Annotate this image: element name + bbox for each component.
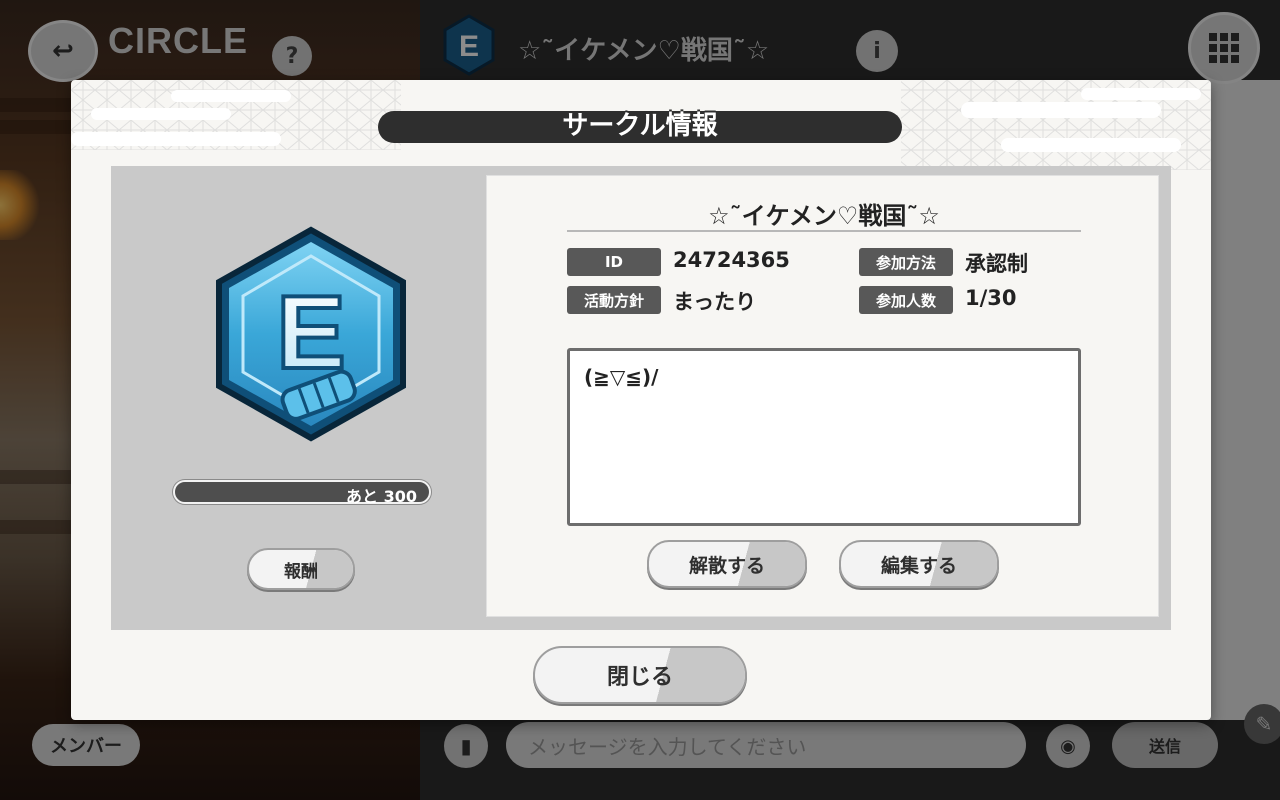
policy-tag: 活動方針 — [567, 286, 661, 314]
id-tag: ID — [567, 248, 661, 276]
members-value: 1/30 — [965, 286, 1017, 310]
disband-button-label: 解散する — [688, 554, 765, 577]
join-method-value: 承認制 — [965, 252, 1028, 276]
exp-remaining-label: あと 300 — [346, 487, 417, 506]
disband-button[interactable]: 解散する — [647, 540, 807, 588]
circle-info-modal: サークル情報 E あと 300 報酬 ☆˜イケメン♡戦国˜☆ ID 247243… — [71, 80, 1211, 720]
modal-title-bar: サークル情報 — [378, 111, 902, 143]
close-button-label: 閉じる — [606, 665, 673, 690]
reward-button-label: 報酬 — [284, 561, 318, 582]
circle-details-card: ☆˜イケメン♡戦国˜☆ ID 24724365 参加方法 承認制 活動方針 まっ… — [486, 175, 1159, 617]
edit-button[interactable]: 編集する — [839, 540, 999, 588]
circle-name: ☆˜イケメン♡戦国˜☆ — [708, 202, 940, 230]
modal-title: サークル情報 — [562, 110, 718, 141]
emblem-section: E あと 300 報酬 — [111, 166, 487, 630]
divider — [567, 230, 1081, 232]
info-panel: E あと 300 報酬 ☆˜イケメン♡戦国˜☆ ID 24724365 参加方法… — [111, 166, 1171, 630]
policy-value: まったり — [673, 290, 757, 314]
close-button[interactable]: 閉じる — [533, 646, 747, 704]
circle-emblem-icon: E — [216, 226, 406, 442]
edit-button-label: 編集する — [880, 554, 957, 577]
join-method-tag: 参加方法 — [859, 248, 953, 276]
exp-progress-bar: あと 300 — [173, 480, 431, 506]
members-tag: 参加人数 — [859, 286, 953, 314]
reward-button[interactable]: 報酬 — [247, 548, 355, 590]
circle-description: (≧▽≦)/ — [567, 348, 1081, 526]
id-value: 24724365 — [673, 248, 790, 272]
